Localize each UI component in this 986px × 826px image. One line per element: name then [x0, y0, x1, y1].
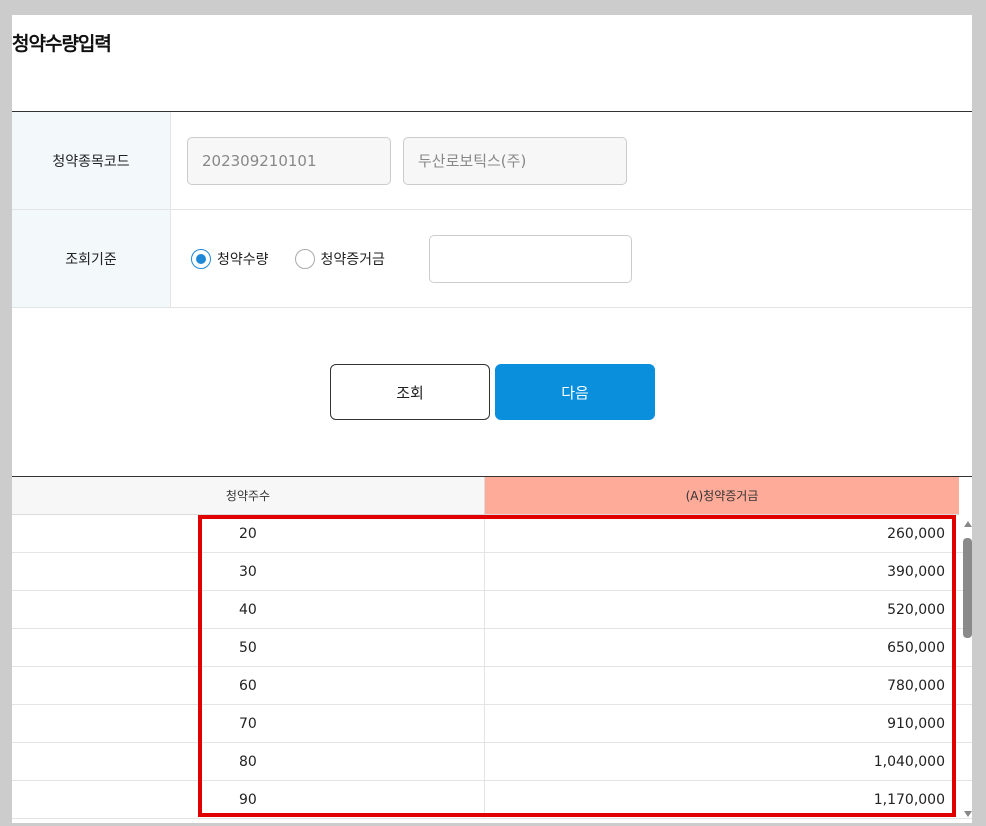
- table-row[interactable]: 70 910,000: [12, 705, 972, 743]
- form-table: 청약종목코드 202309210101 두산로보틱스(주) 조회기준 청약수량 …: [12, 111, 972, 308]
- cell-deposit: 1,170,000: [873, 791, 945, 808]
- stock-code-field[interactable]: 202309210101: [187, 136, 391, 185]
- radio-deposit-label: 청약증거금: [320, 251, 385, 268]
- cell-deposit: 520,000: [887, 601, 945, 618]
- scroll-down-arrow-icon[interactable]: [964, 811, 972, 817]
- cell-shares: 90: [12, 781, 485, 818]
- next-button[interactable]: 다음: [495, 364, 655, 420]
- stock-name-field[interactable]: 두산로보틱스(주): [403, 136, 627, 185]
- grid-scrollbar[interactable]: [962, 521, 972, 817]
- scrollbar-thumb[interactable]: [963, 538, 972, 638]
- radio-quantity-checked-icon[interactable]: [191, 248, 211, 269]
- result-grid: 청약주수 (A)청약증거금 20 260,000 30 390,000 40 5…: [12, 476, 972, 823]
- table-row[interactable]: 50 650,000: [12, 629, 972, 667]
- scroll-up-arrow-icon[interactable]: [964, 521, 972, 527]
- search-button[interactable]: 조회: [330, 364, 490, 420]
- cell-shares: 60: [12, 667, 485, 704]
- radio-deposit[interactable]: 청약증거금: [291, 248, 385, 269]
- cell-deposit: 1,040,000: [873, 753, 945, 770]
- table-row[interactable]: 30 390,000: [12, 553, 972, 591]
- grid-header: 청약주수 (A)청약증거금: [12, 477, 972, 515]
- dialog-title: 청약수량입력: [12, 33, 112, 55]
- cell-deposit: 780,000: [887, 677, 945, 694]
- criteria-label: 조회기준: [12, 210, 171, 307]
- row-criteria: 조회기준 청약수량 청약증거금: [12, 210, 972, 308]
- cell-deposit: 260,000: [887, 525, 945, 542]
- code-content: 202309210101 두산로보틱스(주): [171, 112, 972, 209]
- code-label: 청약종목코드: [12, 112, 171, 209]
- criteria-content: 청약수량 청약증거금: [171, 210, 972, 307]
- button-group: 조회 다음: [330, 364, 655, 420]
- radio-quantity-label: 청약수량: [217, 251, 269, 268]
- table-row[interactable]: 40 520,000: [12, 591, 972, 629]
- radio-deposit-unchecked-icon[interactable]: [294, 248, 315, 269]
- cell-deposit: 910,000: [887, 715, 945, 732]
- cell-shares: 80: [12, 743, 485, 780]
- dialog: 청약수량입력 청약종목코드 202309210101 두산로보틱스(주) 조회기…: [12, 15, 972, 823]
- table-row[interactable]: 20 260,000: [12, 515, 972, 553]
- cell-shares: 20: [12, 515, 485, 552]
- row-stock-code: 청약종목코드 202309210101 두산로보틱스(주): [12, 112, 972, 210]
- table-row[interactable]: 80 1,040,000: [12, 743, 972, 781]
- criteria-value-input[interactable]: [428, 234, 632, 283]
- cell-shares: 50: [12, 629, 485, 666]
- cell-deposit: 390,000: [887, 563, 945, 580]
- header-shares: 청약주수: [12, 477, 485, 515]
- cell-shares: 40: [12, 591, 485, 628]
- radio-quantity[interactable]: 청약수량: [187, 248, 269, 269]
- cell-deposit: 650,000: [887, 639, 945, 656]
- cell-shares: 70: [12, 705, 485, 742]
- cell-shares: 30: [12, 553, 485, 590]
- table-row[interactable]: 90 1,170,000: [12, 781, 972, 819]
- header-deposit: (A)청약증거금: [485, 477, 959, 515]
- table-row[interactable]: 60 780,000: [12, 667, 972, 705]
